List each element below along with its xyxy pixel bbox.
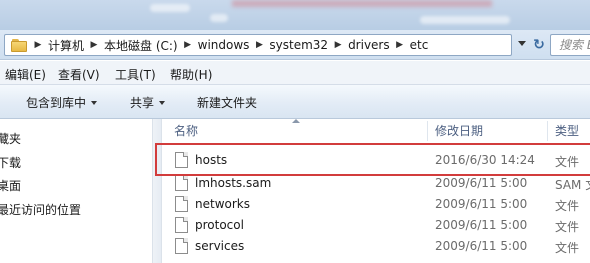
search-input[interactable]: 搜索 Etc <box>550 34 590 56</box>
breadcrumb-chevron-icon[interactable]: ▶ <box>181 40 195 50</box>
nav-item-downloads[interactable]: 下载 <box>0 154 21 171</box>
breadcrumb-local-disk[interactable]: 本地磁盘 (C:) <box>101 37 181 54</box>
blurred-decoration <box>232 0 492 7</box>
include-in-library-label: 包含到库中 <box>26 96 87 110</box>
breadcrumb-drivers[interactable]: drivers <box>345 38 393 52</box>
file-row-services[interactable]: services 2009/6/11 5:00 文件 <box>163 236 590 257</box>
breadcrumb-windows[interactable]: windows <box>195 38 253 52</box>
navigation-pane: 藏夹 下载 桌面 最近访问的位置 <box>0 119 152 263</box>
address-bar[interactable]: ▶ 计算机 ▶ 本地磁盘 (C:) ▶ windows ▶ system32 ▶… <box>4 34 512 56</box>
breadcrumb-chevron-icon[interactable]: ▶ <box>393 40 407 50</box>
file-list: 名称 修改日期 类型 hosts 2016/6/30 14:24 文件 lmho… <box>163 119 590 263</box>
file-modified: 2009/6/11 5:00 <box>435 176 528 190</box>
file-icon <box>175 152 188 168</box>
file-modified: 2016/6/30 14:24 <box>435 153 535 167</box>
file-row-protocol[interactable]: protocol 2009/6/11 5:00 文件 <box>163 215 590 236</box>
menu-view[interactable]: 查看(V) <box>58 66 100 83</box>
address-bar-row: ▶ 计算机 ▶ 本地磁盘 (C:) ▶ windows ▶ system32 ▶… <box>0 30 590 60</box>
blurred-decoration <box>210 14 228 22</box>
blurred-decoration <box>150 4 190 12</box>
column-divider[interactable] <box>547 121 548 141</box>
share-button[interactable]: 共享 <box>130 94 166 111</box>
share-label: 共享 <box>130 96 155 110</box>
breadcrumb-computer[interactable]: 计算机 <box>45 37 87 54</box>
new-folder-label: 新建文件夹 <box>197 96 258 110</box>
breadcrumb-chevron-icon[interactable]: ▶ <box>87 40 101 50</box>
menu-help[interactable]: 帮助(H) <box>170 66 212 83</box>
column-header-modified[interactable]: 修改日期 <box>435 119 483 143</box>
refresh-icon[interactable]: ↻ <box>530 36 548 54</box>
file-name: services <box>195 239 245 253</box>
new-folder-button[interactable]: 新建文件夹 <box>197 94 257 111</box>
column-header-name[interactable]: 名称 <box>174 119 198 143</box>
file-name: hosts <box>195 153 228 167</box>
nav-item-recent-places[interactable]: 最近访问的位置 <box>0 201 81 218</box>
file-icon <box>175 238 188 254</box>
file-icon <box>175 217 188 233</box>
file-row-hosts[interactable]: hosts 2016/6/30 14:24 文件 <box>163 150 590 171</box>
address-dropdown-icon[interactable] <box>518 41 526 46</box>
breadcrumb-system32[interactable]: system32 <box>266 38 331 52</box>
file-modified: 2009/6/11 5:00 <box>435 197 528 211</box>
nav-item-favorites[interactable]: 藏夹 <box>0 130 21 147</box>
column-header-type[interactable]: 类型 <box>555 119 579 143</box>
file-type: 文件 <box>555 241 580 255</box>
file-modified: 2009/6/11 5:00 <box>435 218 528 232</box>
chevron-down-icon <box>91 100 98 105</box>
file-type: 文件 <box>555 199 580 213</box>
include-in-library-button[interactable]: 包含到库中 <box>26 94 98 111</box>
menu-tools[interactable]: 工具(T) <box>115 66 156 83</box>
file-icon <box>175 175 188 191</box>
file-type: 文件 <box>555 220 580 234</box>
file-name: networks <box>195 197 250 211</box>
pane-splitter[interactable] <box>152 119 162 263</box>
column-divider[interactable] <box>427 121 428 141</box>
blurred-decoration <box>420 16 510 24</box>
sort-ascending-icon <box>292 119 300 123</box>
breadcrumb-chevron-icon[interactable]: ▶ <box>31 40 45 50</box>
file-type: 文件 <box>555 155 580 169</box>
breadcrumb-chevron-icon[interactable]: ▶ <box>331 40 345 50</box>
menu-edit[interactable]: 编辑(E) <box>5 66 46 83</box>
menu-bar: 编辑(E) 查看(V) 工具(T) 帮助(H) <box>0 61 590 85</box>
file-modified: 2009/6/11 5:00 <box>435 239 528 253</box>
folder-icon <box>11 38 27 52</box>
window-title-strip <box>0 0 590 30</box>
command-bar: 包含到库中 共享 新建文件夹 <box>0 85 590 119</box>
file-row-networks[interactable]: networks 2009/6/11 5:00 文件 <box>163 194 590 215</box>
file-name: protocol <box>195 218 244 232</box>
breadcrumb-chevron-icon[interactable]: ▶ <box>252 40 266 50</box>
chevron-down-icon <box>159 100 166 105</box>
file-type: SAM 文件 <box>555 178 590 192</box>
file-row-lmhosts[interactable]: lmhosts.sam 2009/6/11 5:00 SAM 文件 <box>163 173 590 194</box>
file-icon <box>175 196 188 212</box>
nav-item-desktop[interactable]: 桌面 <box>0 177 21 194</box>
file-name: lmhosts.sam <box>195 176 272 190</box>
breadcrumb-etc[interactable]: etc <box>407 38 432 52</box>
